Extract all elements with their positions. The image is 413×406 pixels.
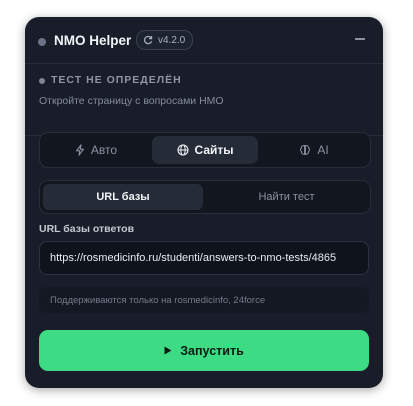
version-badge: v4.2.0 <box>136 30 194 50</box>
refresh-icon <box>144 35 153 45</box>
globe-icon <box>176 144 189 156</box>
mode-tabs: Авто Сайты AI <box>39 132 371 168</box>
helper-panel: NMO Helper v4.2.0 ТЕСТ НЕ ОПРЕДЕЛЁН Откр… <box>25 17 383 388</box>
test-status: ТЕСТ НЕ ОПРЕДЕЛЁН Откройте страницу с во… <box>25 63 383 136</box>
status-dot-icon <box>38 38 46 46</box>
tab-auto[interactable]: Авто <box>43 136 149 164</box>
url-input[interactable] <box>39 241 369 275</box>
version-label: v4.2.0 <box>158 34 186 46</box>
tab-sites[interactable]: Сайты <box>152 136 258 164</box>
minimize-icon <box>355 38 365 40</box>
tab-find-test[interactable]: Найти тест <box>206 184 367 210</box>
tab-auto-label: Авто <box>90 143 118 157</box>
app-title: NMO Helper <box>54 33 132 48</box>
supported-sites-hint: Поддерживаются только на rosmedicinfo, 2… <box>39 287 369 313</box>
panel-header: NMO Helper v4.2.0 <box>25 17 383 64</box>
run-button[interactable]: Запустить <box>39 330 369 371</box>
tab-find-test-label: Найти тест <box>258 191 315 203</box>
tab-url-base-label: URL базы <box>96 191 150 203</box>
status-subtitle: Откройте страницу с вопросами НМО <box>39 95 224 107</box>
source-tabs: URL базы Найти тест <box>39 180 371 214</box>
brain-icon <box>300 144 311 155</box>
tab-sites-label: Сайты <box>194 143 234 157</box>
lightning-icon <box>75 144 84 156</box>
url-field-label: URL базы ответов <box>39 223 135 235</box>
minimize-button[interactable] <box>351 30 369 48</box>
tab-ai-label: AI <box>317 143 329 157</box>
play-icon <box>164 346 172 355</box>
tab-ai[interactable]: AI <box>261 136 367 164</box>
status-title: ТЕСТ НЕ ОПРЕДЕЛЁН <box>51 74 182 86</box>
run-button-label: Запустить <box>180 343 244 358</box>
tab-url-base[interactable]: URL базы <box>43 184 203 210</box>
status-indicator-icon <box>39 78 45 84</box>
